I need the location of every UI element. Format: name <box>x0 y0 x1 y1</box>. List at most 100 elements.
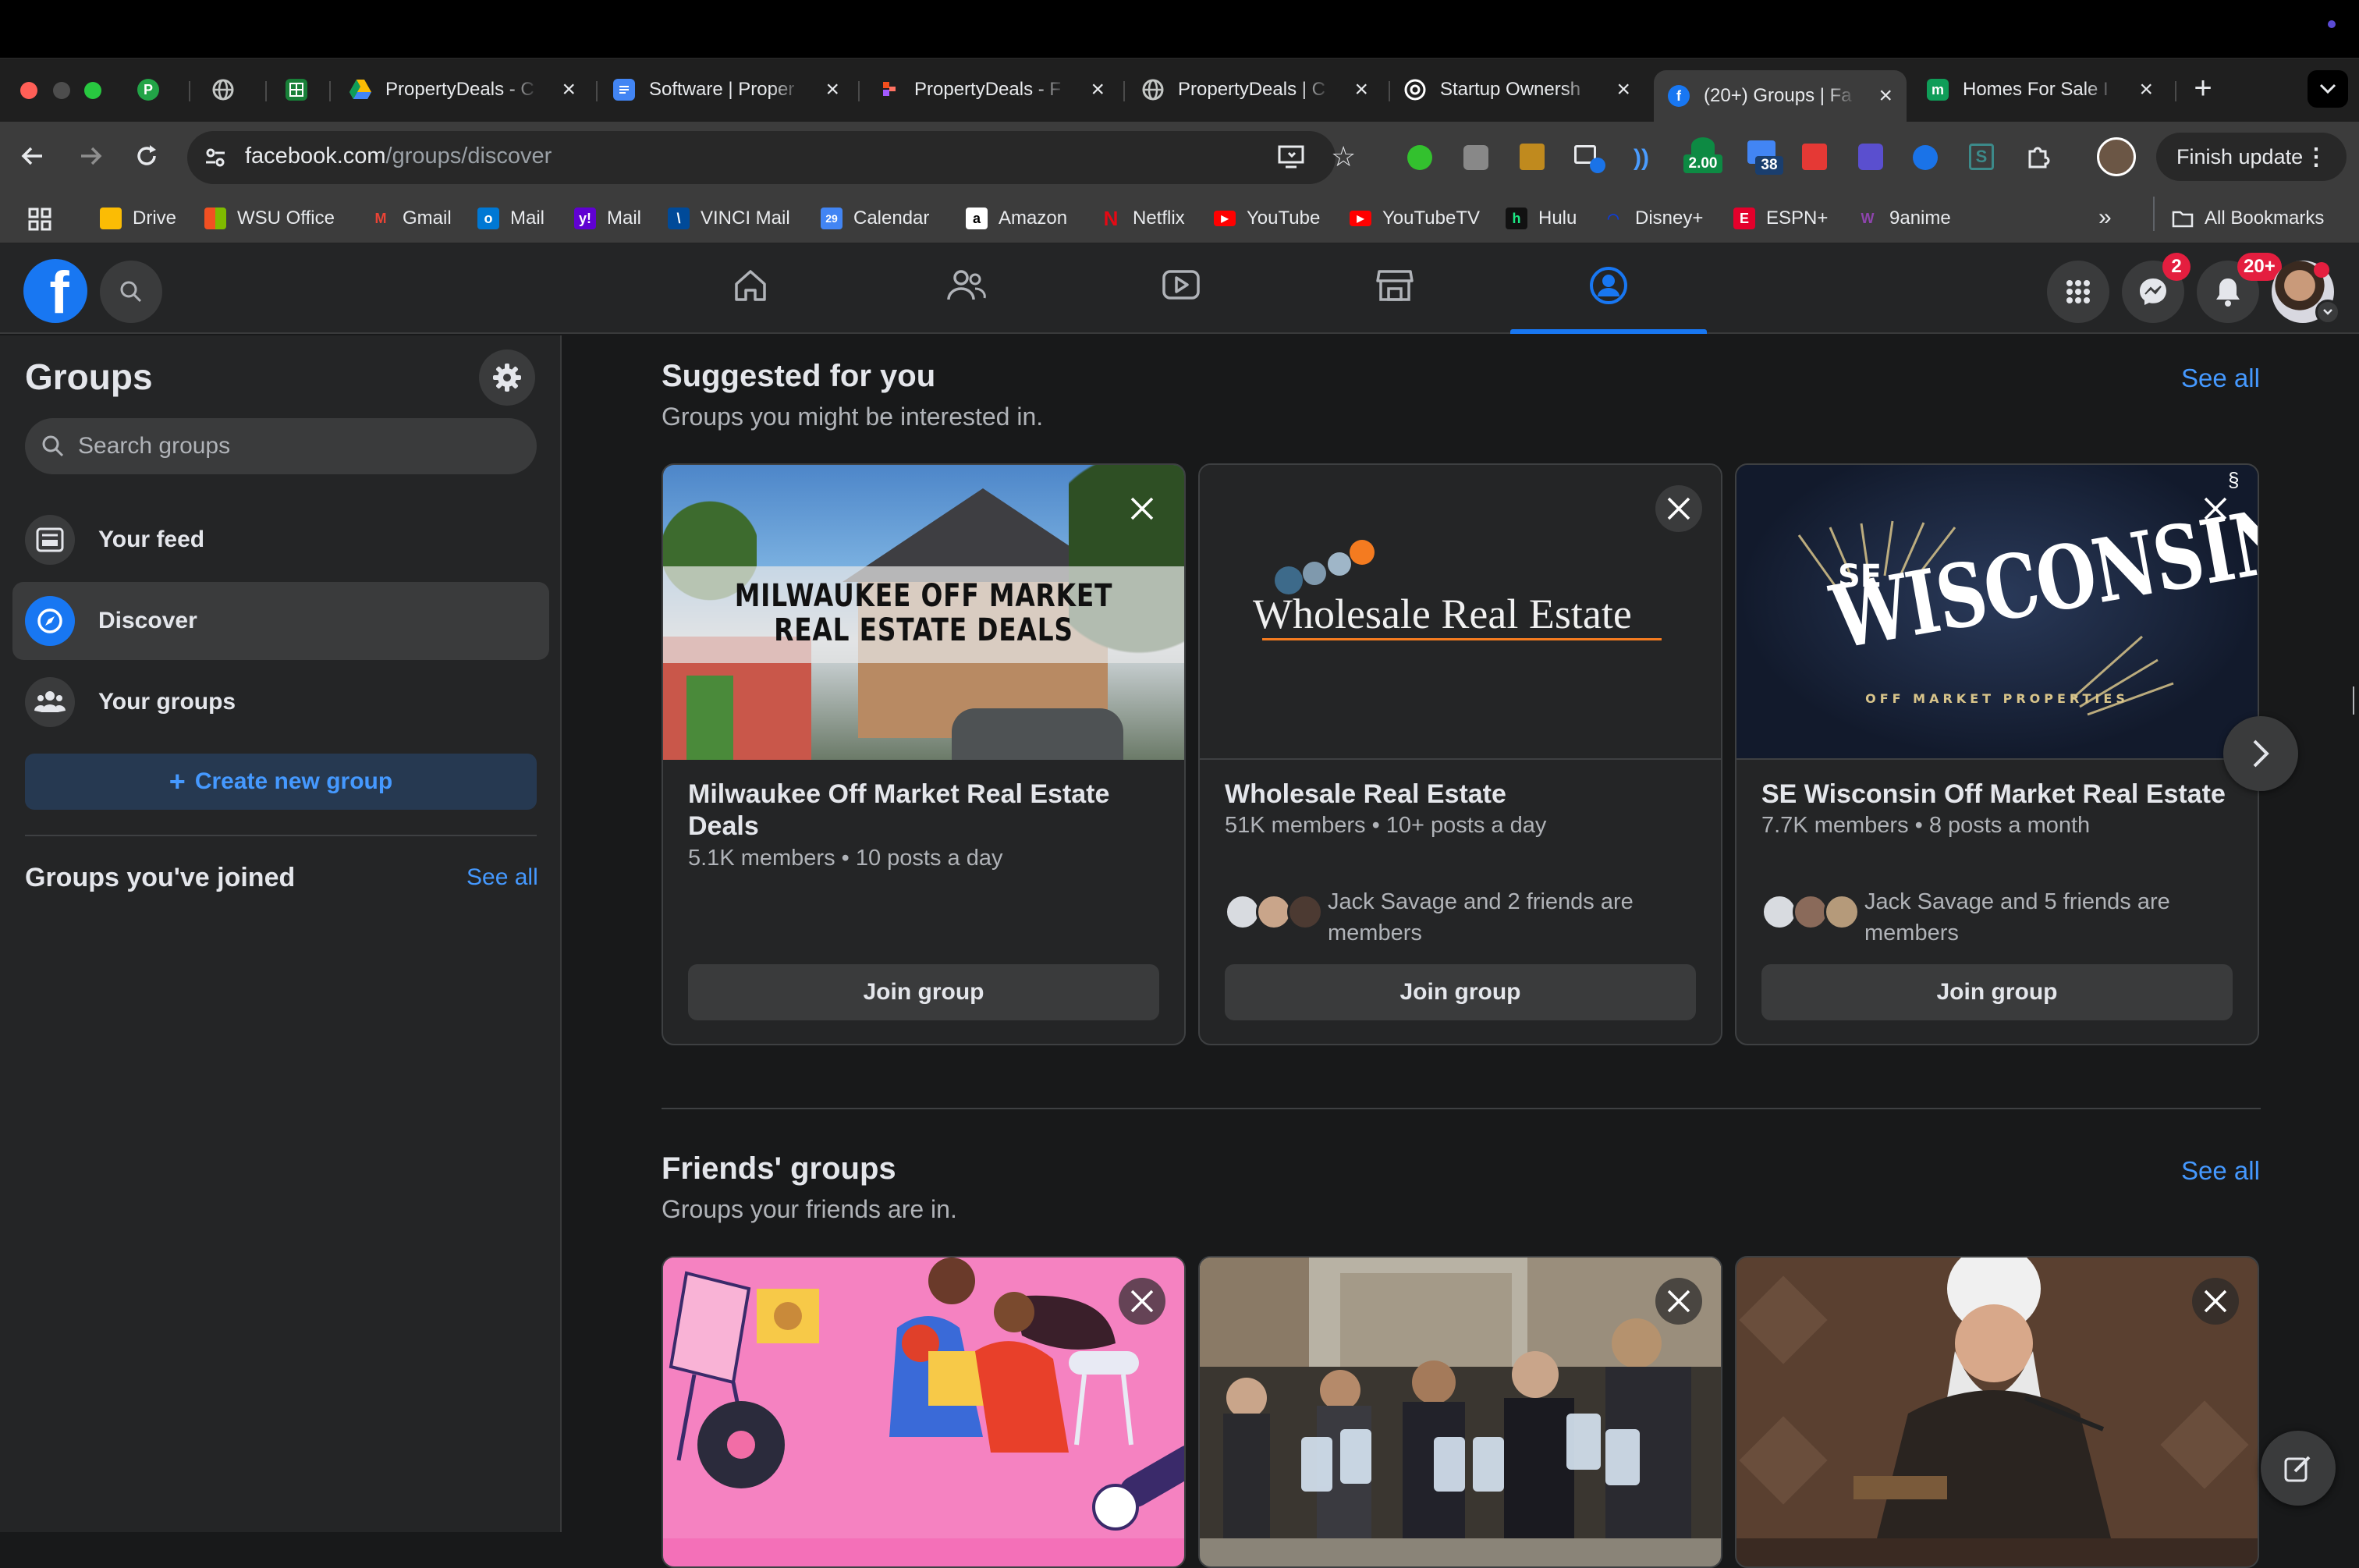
more-bookmarks-chevron-icon[interactable]: » <box>2098 204 2112 231</box>
friends-groups-see-all-link[interactable]: See all <box>2181 1156 2260 1186</box>
extension-windows-icon[interactable] <box>1574 142 1605 173</box>
tab-pinned-2[interactable] <box>212 70 247 109</box>
bookmark-netflix[interactable]: N Netflix <box>1100 204 1185 232</box>
dismiss-suggestion-button[interactable] <box>2192 485 2239 532</box>
close-tab-icon[interactable]: × <box>1616 76 1630 103</box>
dismiss-suggestion-button[interactable] <box>1119 485 1165 532</box>
install-app-icon[interactable] <box>1278 144 1306 174</box>
nav-marketplace-icon[interactable] <box>1371 262 1418 309</box>
group-cover-image[interactable]: MILWAUKEE OFF MARKET REAL ESTATE DEALS <box>663 465 1184 760</box>
dismiss-suggestion-button[interactable] <box>1655 485 1702 532</box>
groups-settings-button[interactable] <box>479 349 535 406</box>
extension-price-icon[interactable]: 2.00 <box>1683 137 1722 178</box>
nav-watch-icon[interactable] <box>1158 262 1204 309</box>
bookmark-yahoo-mail[interactable]: y! Mail <box>574 204 641 232</box>
sidebar-item-your-feed[interactable]: Your feed <box>12 501 549 579</box>
nav-friends-icon[interactable] <box>942 262 989 309</box>
sidebar-item-discover[interactable]: Discover <box>12 582 549 660</box>
back-arrow-icon[interactable] <box>19 142 47 174</box>
apps-grid-icon[interactable] <box>28 208 51 235</box>
extension-blue-icon[interactable] <box>1913 145 1938 170</box>
dismiss-suggestion-button[interactable] <box>1119 1278 1165 1325</box>
create-new-group-button[interactable]: + Create new group <box>25 754 537 810</box>
facebook-logo-icon[interactable]: f <box>23 259 87 323</box>
search-button[interactable] <box>100 261 162 323</box>
bookmark-wsu-office[interactable]: WSU Office <box>204 204 335 232</box>
finish-update-button[interactable]: Finish update ⋮ <box>2156 133 2347 181</box>
friends-group-card[interactable] <box>1198 1256 1722 1568</box>
groups-joined-see-all-link[interactable]: See all <box>466 864 538 891</box>
tab-figma[interactable]: PropertyDeals - F × <box>878 70 1112 109</box>
tab-docs[interactable]: Software | Proper × <box>613 70 847 109</box>
close-tab-icon[interactable]: × <box>2139 76 2153 103</box>
forward-arrow-icon[interactable] <box>76 142 105 174</box>
tab-pinned-3[interactable] <box>286 70 320 109</box>
group-name[interactable]: Wholesale Real Estate <box>1225 779 1693 811</box>
new-message-button[interactable] <box>2261 1431 2336 1506</box>
close-window-icon[interactable] <box>20 82 37 99</box>
join-group-button[interactable]: Join group <box>1225 964 1696 1020</box>
bookmark-hulu[interactable]: h Hulu <box>1506 204 1577 232</box>
nav-groups-icon[interactable] <box>1585 262 1632 309</box>
bookmark-gmail[interactable]: M Gmail <box>370 204 452 232</box>
all-bookmarks-button[interactable]: All Bookmarks <box>2172 204 2324 232</box>
extension-green-icon[interactable] <box>1407 145 1432 170</box>
close-tab-icon[interactable]: × <box>1091 76 1105 103</box>
tab-title: PropertyDeals | C <box>1178 79 1325 100</box>
tab-openai[interactable]: Startup Ownersh × <box>1404 70 1638 109</box>
close-tab-icon[interactable]: × <box>825 76 839 103</box>
bookmark-vinci-mail[interactable]: \ VINCI Mail <box>668 204 790 232</box>
site-info-icon[interactable] <box>203 145 228 174</box>
profile-avatar[interactable] <box>2097 137 2136 176</box>
join-group-button[interactable]: Join group <box>688 964 1159 1020</box>
bookmark-disney[interactable]: ◠ Disney+ <box>1602 204 1703 232</box>
next-suggestions-button[interactable] <box>2223 716 2298 791</box>
extension-orange-icon[interactable] <box>1520 144 1545 170</box>
close-tab-icon[interactable]: × <box>1354 76 1368 103</box>
tab-homes-for-sale[interactable]: m Homes For Sale I × <box>1927 70 2161 109</box>
tab-search-chevron-icon[interactable] <box>2308 70 2348 108</box>
extension-calendar-icon[interactable]: 38 <box>1744 137 1783 178</box>
tab-drive[interactable]: PropertyDeals - C × <box>349 70 584 109</box>
extensions-puzzle-icon[interactable] <box>2025 142 2053 174</box>
friends-group-card[interactable] <box>662 1256 1186 1568</box>
nav-home-icon[interactable] <box>727 262 774 309</box>
tab-globe[interactable]: PropertyDeals | C × <box>1142 70 1376 109</box>
suggested-see-all-link[interactable]: See all <box>2181 364 2260 393</box>
extension-proton-icon[interactable] <box>1858 144 1883 170</box>
minimize-window-icon[interactable] <box>53 82 70 99</box>
bookmark-amazon[interactable]: a Amazon <box>966 204 1067 232</box>
bookmark-star-icon[interactable]: ☆ <box>1331 143 1356 171</box>
tab-pinned-1[interactable]: P <box>137 70 172 109</box>
close-tab-icon[interactable]: × <box>562 76 576 103</box>
bookmark-outlook-mail[interactable]: o Mail <box>477 204 545 232</box>
bookmark-drive[interactable]: Drive <box>100 204 176 232</box>
bookmark-youtubetv[interactable]: ▶ YouTubeTV <box>1350 204 1480 232</box>
new-tab-plus-icon[interactable]: + <box>2186 72 2220 106</box>
search-groups-input[interactable]: Search groups <box>25 418 537 474</box>
reload-icon[interactable] <box>133 142 161 174</box>
bookmark-calendar[interactable]: 29 Calendar <box>821 204 929 232</box>
bookmark-9anime[interactable]: W 9anime <box>1857 204 1951 232</box>
bookmark-espn[interactable]: E ESPN+ <box>1733 204 1828 232</box>
join-group-button[interactable]: Join group <box>1761 964 2233 1020</box>
close-tab-icon[interactable]: × <box>1878 83 1893 109</box>
group-cover-image[interactable]: Wholesale Real Estate <box>1200 465 1721 760</box>
tab-facebook-groups[interactable]: f (20+) Groups | Fa × <box>1654 70 1907 122</box>
zoom-window-icon[interactable] <box>84 82 101 99</box>
extension-s-icon[interactable]: S <box>1969 144 1994 170</box>
extension-grey-icon[interactable] <box>1463 145 1488 170</box>
extension-red-icon[interactable] <box>1802 144 1827 170</box>
dismiss-suggestion-button[interactable] <box>2192 1278 2239 1325</box>
dismiss-suggestion-button[interactable] <box>1655 1278 1702 1325</box>
group-name[interactable]: SE Wisconsin Off Market Real Estate <box>1761 779 2230 811</box>
more-vert-icon[interactable]: ⋮ <box>2304 144 2328 171</box>
account-chevron-icon[interactable] <box>2315 300 2340 325</box>
extension-wave-icon[interactable]: )) <box>1634 145 1649 172</box>
sidebar-item-your-groups[interactable]: Your groups <box>12 663 549 741</box>
friends-group-card[interactable] <box>1735 1256 2259 1568</box>
bookmark-youtube[interactable]: ▶ YouTube <box>1214 204 1320 232</box>
group-name[interactable]: Milwaukee Off Market Real Estate Deals <box>688 779 1156 843</box>
group-cover-image[interactable]: SE WISCONSIN OFF MARKET PROPERTIES § <box>1736 465 2258 760</box>
menu-grid-button[interactable] <box>2047 261 2109 323</box>
